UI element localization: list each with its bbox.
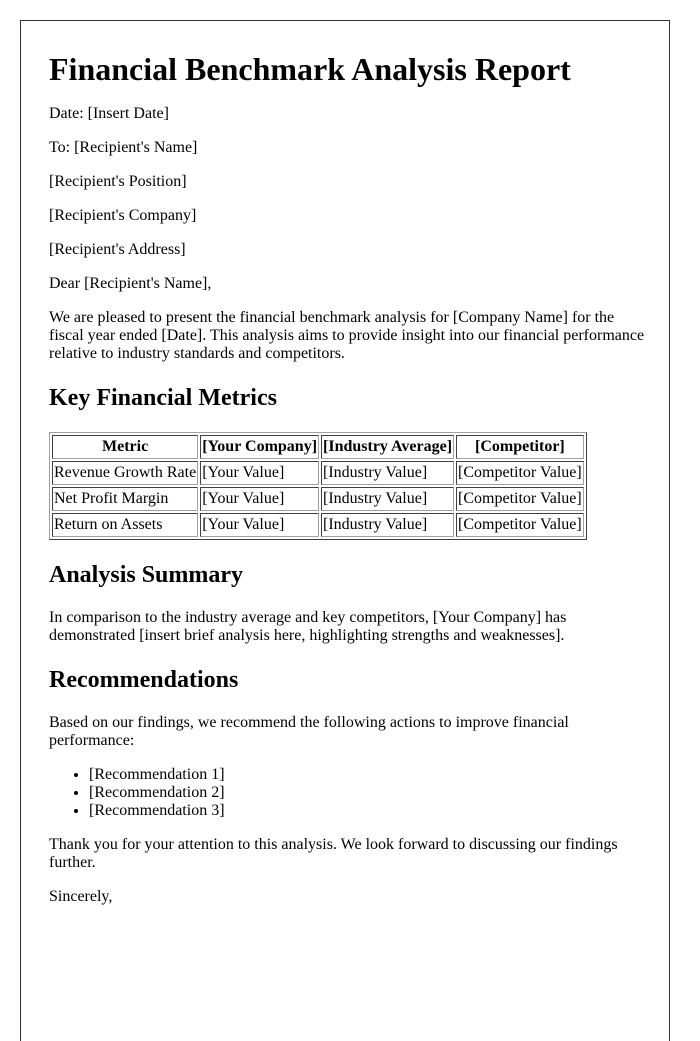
table-row: Return on Assets [Your Value] [Industry … [52, 513, 584, 537]
metric-name-cell: Return on Assets [52, 513, 199, 537]
metric-name-cell: Revenue Growth Rate [52, 461, 199, 485]
list-item: [Recommendation 3] [89, 802, 649, 820]
closing-paragraph: Thank you for your attention to this ana… [49, 836, 618, 871]
industry-average-cell: [Industry Value] [321, 487, 455, 511]
industry-average-cell: [Industry Value] [321, 513, 455, 537]
salutation: Dear [Recipient's Name], [49, 275, 212, 292]
your-company-cell: [Your Value] [200, 461, 320, 485]
recommendations-intro: Based on our findings, we recommend the … [49, 714, 569, 749]
sign-off: Sincerely, [49, 888, 113, 905]
your-company-cell: [Your Value] [200, 487, 320, 511]
summary-heading: Analysis Summary [49, 562, 244, 588]
table-row: Revenue Growth Rate [Your Value] [Indust… [52, 461, 584, 485]
recipient-company: [Recipient's Company] [49, 207, 197, 224]
recipient-name-line: To: [Recipient's Name] [49, 139, 198, 156]
intro-paragraph: We are pleased to present the financial … [49, 309, 645, 362]
competitor-cell: [Competitor Value] [456, 487, 584, 511]
column-header: Metric [52, 435, 199, 459]
metrics-heading: Key Financial Metrics [49, 385, 277, 411]
table-header-row: Metric [Your Company] [Industry Average]… [52, 435, 584, 459]
industry-average-cell: [Industry Value] [321, 461, 455, 485]
column-header: [Industry Average] [321, 435, 455, 459]
recommendations-list: [Recommendation 1] [Recommendation 2] [R… [49, 766, 649, 820]
recommendations-heading: Recommendations [49, 667, 239, 693]
column-header: [Your Company] [200, 435, 320, 459]
report-letter: Financial Benchmark Analysis Report Date… [20, 20, 670, 1041]
column-header: [Competitor] [456, 435, 584, 459]
metric-name-cell: Net Profit Margin [52, 487, 199, 511]
list-item: [Recommendation 1] [89, 766, 649, 784]
report-title: Financial Benchmark Analysis Report [49, 51, 571, 87]
competitor-cell: [Competitor Value] [456, 513, 584, 537]
metrics-table: Metric [Your Company] [Industry Average]… [49, 432, 587, 540]
recipient-address: [Recipient's Address] [49, 241, 186, 258]
list-item: [Recommendation 2] [89, 784, 649, 802]
competitor-cell: [Competitor Value] [456, 461, 584, 485]
summary-paragraph: In comparison to the industry average an… [49, 609, 567, 644]
your-company-cell: [Your Value] [200, 513, 320, 537]
table-row: Net Profit Margin [Your Value] [Industry… [52, 487, 584, 511]
recipient-position: [Recipient's Position] [49, 173, 187, 190]
date-line: Date: [Insert Date] [49, 105, 169, 122]
